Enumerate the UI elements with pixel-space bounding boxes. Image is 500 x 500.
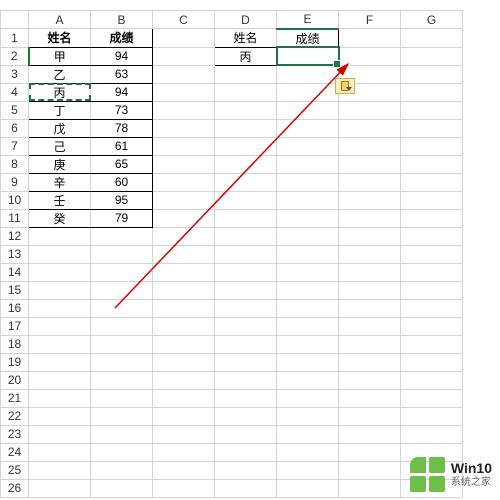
cell-g1[interactable] [401,29,463,48]
row-header-3[interactable]: 3 [1,65,29,83]
row-header-1[interactable]: 1 [1,29,29,48]
row-header-14[interactable]: 14 [1,263,29,281]
cell-a2[interactable]: 甲 [29,47,91,65]
row-header-18[interactable]: 18 [1,335,29,353]
cell-b4[interactable]: 94 [91,83,153,101]
cell-a3[interactable]: 乙 [29,65,91,83]
row-header-22[interactable]: 22 [1,407,29,425]
cell-a10[interactable]: 壬 [29,191,91,209]
row-header-20[interactable]: 20 [1,371,29,389]
row-header-5[interactable]: 5 [1,101,29,119]
cell-b6[interactable]: 78 [91,119,153,137]
paste-options-button[interactable] [335,78,355,94]
row-header-8[interactable]: 8 [1,155,29,173]
cell-b11[interactable]: 79 [91,209,153,227]
cell-a1[interactable]: 姓名 [29,29,91,48]
row-header-10[interactable]: 10 [1,191,29,209]
col-header-d[interactable]: D [215,11,277,29]
col-header-c[interactable]: C [153,11,215,29]
cell-a11[interactable]: 癸 [29,209,91,227]
cell-a4-copy-source[interactable]: 丙 [29,83,91,101]
cell-c4[interactable] [153,83,215,101]
cell-f2[interactable] [339,47,401,65]
col-header-g[interactable]: G [401,11,463,29]
dropdown-arrow-icon [346,87,352,91]
row-header-19[interactable]: 19 [1,353,29,371]
col-header-f[interactable]: F [339,11,401,29]
cell-c1[interactable] [153,29,215,48]
spreadsheet-grid[interactable]: A B C D E F G 1 姓名 成绩 姓名 成绩 2 甲 94 丙 3 乙… [0,10,463,498]
cell-b7[interactable]: 61 [91,137,153,155]
row-header-4[interactable]: 4 [1,83,29,101]
cell-a6[interactable]: 戊 [29,119,91,137]
cell-g4[interactable] [401,83,463,101]
row-header-11[interactable]: 11 [1,209,29,227]
select-all-corner[interactable] [1,11,29,29]
row-header-16[interactable]: 16 [1,299,29,317]
cell-e2-active[interactable] [277,47,339,65]
row-header-24[interactable]: 24 [1,443,29,461]
cell-c3[interactable] [153,65,215,83]
cell-d4[interactable] [215,83,277,101]
cell-a9[interactable]: 辛 [29,173,91,191]
cell-b5[interactable]: 73 [91,101,153,119]
row-header-13[interactable]: 13 [1,245,29,263]
row-header-9[interactable]: 9 [1,173,29,191]
row-header-15[interactable]: 15 [1,281,29,299]
cell-b1[interactable]: 成绩 [91,29,153,48]
row-header-26[interactable]: 26 [1,479,29,497]
cell-a5[interactable]: 丁 [29,101,91,119]
cell-g2[interactable] [401,47,463,65]
cell-f1[interactable] [339,29,401,48]
watermark: Win10 系统之家 [410,457,492,492]
cell-d1[interactable]: 姓名 [215,29,277,48]
cell-b10[interactable]: 95 [91,191,153,209]
cell-a8[interactable]: 庚 [29,155,91,173]
watermark-line2: 系统之家 [451,477,492,488]
row-header-6[interactable]: 6 [1,119,29,137]
cell-d3[interactable] [215,65,277,83]
watermark-line1: Win10 [451,461,492,476]
cell-c2[interactable] [153,47,215,65]
cell-e4[interactable] [277,83,339,101]
row-header-25[interactable]: 25 [1,461,29,479]
cell-g3[interactable] [401,65,463,83]
cell-a7[interactable]: 己 [29,137,91,155]
col-header-b[interactable]: B [91,11,153,29]
row-header-17[interactable]: 17 [1,317,29,335]
watermark-logo-icon [410,457,445,492]
cell-b9[interactable]: 60 [91,173,153,191]
col-header-e[interactable]: E [277,11,339,29]
row-header-12[interactable]: 12 [1,227,29,245]
cell-e1[interactable]: 成绩 [277,29,339,48]
cell-e3[interactable] [277,65,339,83]
col-header-a[interactable]: A [29,11,91,29]
cell-d2[interactable]: 丙 [215,47,277,65]
cell-b8[interactable]: 65 [91,155,153,173]
cell-c5[interactable] [153,101,215,119]
row-header-21[interactable]: 21 [1,389,29,407]
row-header-2[interactable]: 2 [1,47,29,65]
cell-b2[interactable]: 94 [91,47,153,65]
row-header-23[interactable]: 23 [1,425,29,443]
cell-b3[interactable]: 63 [91,65,153,83]
row-header-7[interactable]: 7 [1,137,29,155]
